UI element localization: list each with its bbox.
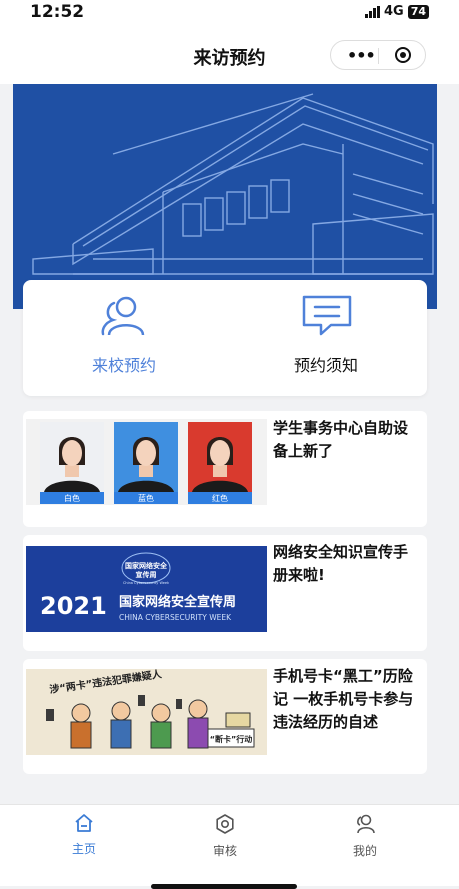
battery-icon: 74 [407, 4, 429, 19]
news-title: 学生事务中心自助设备上新了 [273, 419, 409, 460]
news-item[interactable]: 涉“两卡”违法犯罪嫌疑人 “断卡”行动 手机号卡“黑工”历险记 一枚手机号卡参与… [23, 659, 427, 774]
banner-badge-en: China Cybersecurity Week [123, 581, 170, 585]
banner-badge-line1: 国家网络安全 [125, 561, 168, 570]
comic-tag: “断卡”行动 [210, 734, 253, 744]
status-time: 12:52 [30, 2, 85, 22]
home-icon [75, 814, 93, 832]
more-dots-icon[interactable]: ••• [347, 46, 376, 65]
tab-mine-label: 我的 [352, 844, 377, 858]
photo-label-red: 红色 [212, 493, 228, 503]
mini-program-capsule: ••• [330, 40, 426, 70]
booking-notice-button[interactable]: 预约须知 [225, 280, 427, 396]
id-photo-samples: 白色 蓝色 红色 [40, 422, 252, 504]
tab-review[interactable]: 审核 [195, 813, 255, 859]
bottom-tab-bar: 主页 审核 我的 [0, 804, 459, 865]
photo-label-blue: 蓝色 [138, 493, 154, 503]
quick-actions-card: 来校预约 预约须知 [23, 280, 427, 396]
campus-banner [13, 84, 437, 309]
news-item[interactable]: 白色 蓝色 红色 学生事务中心自助设备上新了 [23, 411, 427, 527]
comic-illustration: 涉“两卡”违法犯罪嫌疑人 “断卡”行动 [26, 669, 267, 755]
tab-review-label: 审核 [212, 844, 237, 858]
signal-icon [364, 5, 380, 18]
home-indicator [151, 884, 297, 889]
visit-booking-button[interactable]: 来校预约 [23, 280, 225, 396]
banner-year: 2021 [40, 592, 107, 620]
news-thumbnail-cyber-week: 国家网络安全 宣传周 China Cybersecurity Week 2021… [26, 546, 267, 632]
target-icon[interactable] [395, 47, 411, 63]
campus-building-illustration [13, 84, 437, 309]
visit-booking-label: 来校预约 [91, 356, 156, 375]
tab-mine[interactable]: 我的 [335, 813, 395, 859]
news-item[interactable]: 国家网络安全 宣传周 China Cybersecurity Week 2021… [23, 535, 427, 651]
photo-label-white: 白色 [64, 493, 80, 503]
tab-home-label: 主页 [71, 842, 96, 856]
status-bar: 12:52 4G 74 [0, 0, 459, 26]
news-title: 网络安全知识宣传手册来啦! [273, 543, 409, 584]
news-title: 手机号卡“黑工”历险记 一枚手机号卡参与违法经历的自述 [273, 667, 414, 731]
news-thumbnail-comic: 涉“两卡”违法犯罪嫌疑人 “断卡”行动 [26, 669, 267, 755]
capsule-divider [378, 48, 379, 64]
home-indicator-area [0, 864, 459, 889]
banner-badge-line2: 宣传周 [136, 570, 157, 579]
profile-icon [357, 814, 375, 834]
network-label: 4G [383, 4, 404, 19]
tab-home[interactable]: 主页 [54, 813, 114, 857]
banner-title: 国家网络安全宣传周 [119, 594, 236, 610]
user-icon [101, 296, 145, 336]
banner-subtitle: CHINA CYBERSECURITY WEEK [119, 613, 232, 622]
news-thumbnail-id-photos: 白色 蓝色 红色 [26, 419, 267, 505]
cyber-week-banner: 国家网络安全 宣传周 China Cybersecurity Week 2021… [26, 546, 267, 632]
status-indicators: 4G 74 [364, 4, 429, 19]
message-icon [302, 295, 352, 336]
booking-notice-label: 预约须知 [293, 356, 358, 375]
navigation-bar: 来访预约 ••• [0, 26, 459, 84]
settings-icon [216, 814, 234, 834]
